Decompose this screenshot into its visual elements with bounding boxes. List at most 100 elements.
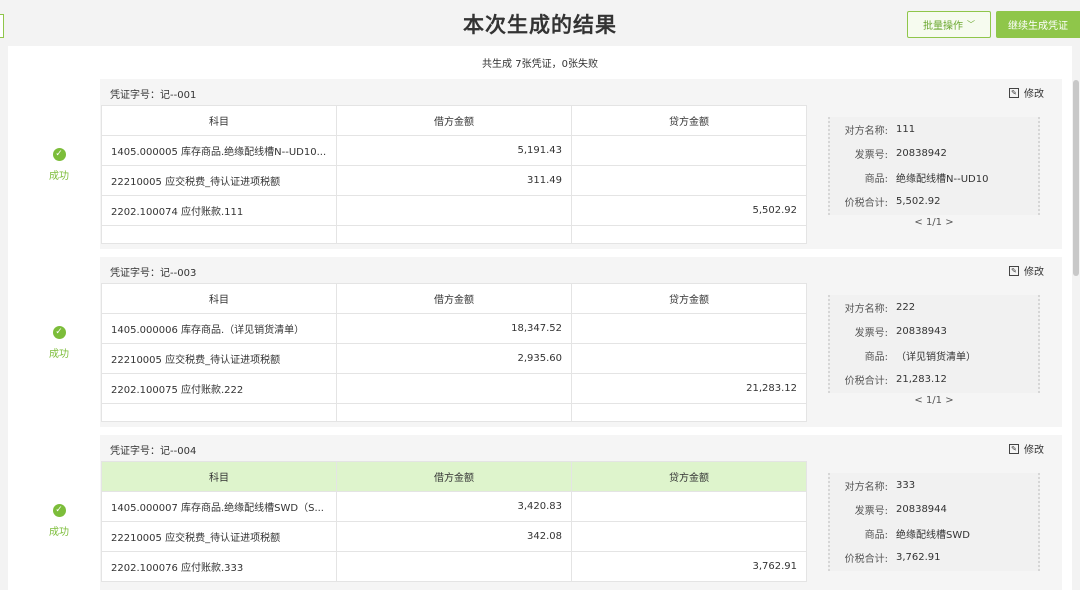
invoice-info: 对方名称: 222 发票号: 20838943 商品: （详见销货清单） 价税合…	[828, 295, 1040, 393]
scrollbar-thumb[interactable]	[1073, 80, 1079, 276]
table-header-row: 科目 借方金额 贷方金额	[101, 461, 807, 492]
edit-button[interactable]: ✎ 修改	[1009, 263, 1044, 278]
invoice-total-row: 价税合计: 5,502.92	[830, 189, 1038, 213]
debit-cell: 311.49	[336, 165, 572, 196]
invoice-party-row: 对方名称: 222	[830, 295, 1038, 319]
edit-icon: ✎	[1009, 87, 1019, 98]
invoice-info: 对方名称: 111 发票号: 20838942 商品: 绝缘配线槽N--UD10…	[828, 117, 1040, 215]
debit-cell: 18,347.52	[336, 313, 572, 344]
edit-label: 修改	[1024, 89, 1044, 100]
invoice-total-value: 21,283.12	[896, 373, 947, 385]
invoice-total-row: 价税合计: 21,283.12	[830, 367, 1038, 391]
account-cell: 22210005 应交税费_待认证进项税额	[101, 165, 337, 196]
invoice-total-label: 价税合计:	[844, 197, 888, 209]
invoice-total-label: 价税合计:	[844, 553, 888, 565]
debit-cell: 342.08	[336, 521, 572, 552]
credit-cell	[571, 313, 807, 344]
invoice-number-row: 发票号: 20838944	[830, 497, 1038, 521]
invoice-goods-row: 商品: （详见销货清单）	[830, 343, 1038, 367]
invoice-number-value: 20838944	[896, 503, 947, 515]
invoice-total-row: 价税合计: 3,762.91	[830, 545, 1038, 569]
table-row: 22210005 应交税费_待认证进项税额 342.08	[101, 521, 807, 552]
edit-icon: ✎	[1009, 265, 1019, 276]
invoice-goods-value: （详见销货清单）	[896, 351, 976, 363]
voucher-card: 凭证字号：记--001 ✎ 修改 科目 借方金额 贷方金额 1405.00000…	[100, 79, 1062, 249]
account-cell: 1405.000007 库存商品.绝缘配线槽SWD（S...	[101, 491, 337, 522]
debit-cell: 2,935.60	[336, 343, 572, 374]
invoice-number-label: 发票号:	[854, 505, 888, 517]
debit-cell: 5,191.43	[336, 135, 572, 166]
account-cell: 1405.000005 库存商品.绝缘配线槽N--UD10...	[101, 135, 337, 166]
generation-summary: 共生成 7张凭证，0张失败	[482, 59, 598, 70]
invoice-pager[interactable]: < 1/1 >	[828, 395, 1040, 406]
status-indicator: ✓ 成功	[44, 504, 74, 538]
debit-cell: 3,420.83	[336, 491, 572, 522]
status-text: 成功	[49, 349, 69, 360]
scrollbar[interactable]	[1072, 78, 1080, 590]
voucher-card: 凭证字号：记--003 ✎ 修改 科目 借方金额 贷方金额 1405.00000…	[100, 257, 1062, 427]
invoice-goods-label: 商品:	[864, 351, 888, 363]
account-cell: 1405.000006 库存商品.（详见销货清单）	[101, 313, 337, 344]
invoice-party-value: 333	[896, 479, 916, 491]
table-row: 2202.100074 应付账款.111 5,502.92	[101, 195, 807, 226]
edit-label: 修改	[1024, 267, 1044, 278]
column-header-debit: 借方金额	[336, 105, 572, 136]
status-text: 成功	[49, 527, 69, 538]
credit-cell: 3,762.91	[571, 551, 807, 582]
account-cell: 2202.100075 应付账款.222	[101, 373, 337, 404]
invoice-goods-value: 绝缘配线槽SWD	[896, 529, 970, 541]
edit-button[interactable]: ✎ 修改	[1009, 441, 1044, 456]
voucher-number: 凭证字号：记--001	[110, 90, 197, 101]
table-row: 22210005 应交税费_待认证进项税额 311.49	[101, 165, 807, 196]
voucher-header: 凭证字号：记--001 ✎ 修改	[100, 79, 1062, 105]
account-cell: 2202.100076 应付账款.333	[101, 551, 337, 582]
debit-cell	[336, 195, 572, 226]
invoice-number-row: 发票号: 20838942	[830, 141, 1038, 165]
voucher-number: 凭证字号：记--003	[110, 268, 197, 279]
table-row-empty	[101, 403, 807, 422]
invoice-party-label: 对方名称:	[844, 481, 888, 493]
invoice-pager[interactable]: < 1/1 >	[828, 217, 1040, 228]
debit-cell	[336, 551, 572, 582]
status-indicator: ✓ 成功	[44, 148, 74, 182]
credit-cell	[571, 165, 807, 196]
entries-table: 科目 借方金额 贷方金额 1405.000006 库存商品.（详见销货清单） 1…	[101, 283, 807, 422]
edit-button[interactable]: ✎ 修改	[1009, 85, 1044, 100]
column-header-credit: 贷方金额	[571, 461, 807, 492]
invoice-total-value: 3,762.91	[896, 551, 941, 563]
column-header-account: 科目	[101, 105, 337, 136]
voucher-block: ✓ 成功 凭证字号：记--004 ✎ 修改 科目 借方金额 贷方金额 1405.…	[8, 435, 1072, 590]
check-circle-icon: ✓	[52, 326, 66, 339]
invoice-goods-row: 商品: 绝缘配线槽N--UD10	[830, 165, 1038, 189]
column-header-credit: 贷方金额	[571, 105, 807, 136]
invoice-number-value: 20838942	[896, 147, 947, 159]
entries-table: 科目 借方金额 贷方金额 1405.000005 库存商品.绝缘配线槽N--UD…	[101, 105, 807, 244]
credit-cell	[571, 521, 807, 552]
credit-cell: 5,502.92	[571, 195, 807, 226]
invoice-party-value: 222	[896, 301, 916, 313]
check-circle-icon: ✓	[52, 504, 66, 517]
voucher-header: 凭证字号：记--003 ✎ 修改	[100, 257, 1062, 283]
table-row: 2202.100076 应付账款.333 3,762.91	[101, 551, 807, 582]
batch-operation-button[interactable]: 批量操作 ﹀	[907, 11, 991, 38]
invoice-total-value: 5,502.92	[896, 195, 941, 207]
table-header-row: 科目 借方金额 贷方金额	[101, 105, 807, 136]
invoice-party-value: 111	[896, 123, 916, 135]
debit-cell	[336, 373, 572, 404]
table-row: 2202.100075 应付账款.222 21,283.12	[101, 373, 807, 404]
edit-icon: ✎	[1009, 443, 1019, 454]
top-bar: 本次生成的结果 批量操作 ﹀ 继续生成凭证	[0, 0, 1080, 46]
credit-cell	[571, 135, 807, 166]
voucher-header: 凭证字号：记--004 ✎ 修改	[100, 435, 1062, 461]
edit-label: 修改	[1024, 445, 1044, 456]
status-indicator: ✓ 成功	[44, 326, 74, 360]
invoice-goods-value: 绝缘配线槽N--UD10	[896, 173, 989, 185]
voucher-number: 凭证字号：记--004	[110, 446, 197, 457]
invoice-number-value: 20838943	[896, 325, 947, 337]
table-row: 1405.000006 库存商品.（详见销货清单） 18,347.52	[101, 313, 807, 344]
account-cell: 2202.100074 应付账款.111	[101, 195, 337, 226]
results-panel: 共生成 7张凭证，0张失败 ✓ 成功 凭证字号：记--001 ✎ 修改 科目 借…	[8, 46, 1072, 590]
continue-generate-button[interactable]: 继续生成凭证	[996, 11, 1080, 38]
invoice-number-label: 发票号:	[854, 327, 888, 339]
column-header-account: 科目	[101, 283, 337, 314]
